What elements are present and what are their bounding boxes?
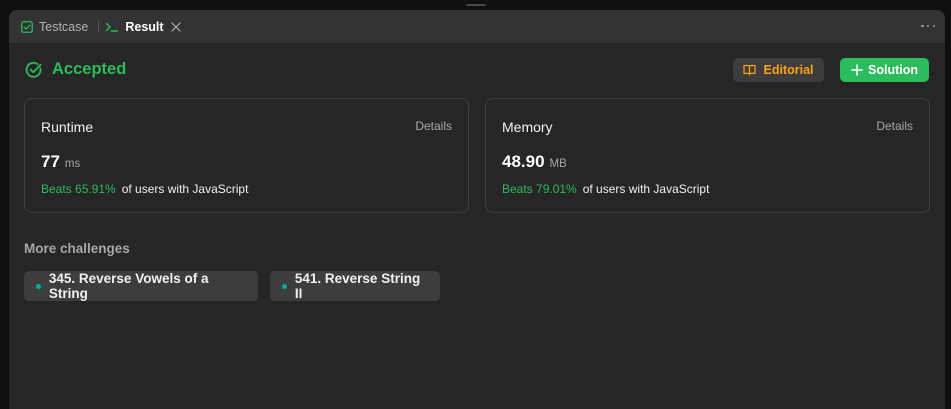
- runtime-beats-suffix: of users with JavaScript: [121, 182, 249, 196]
- editorial-button[interactable]: Editorial: [733, 58, 824, 82]
- memory-beats-percent: Beats 79.01%: [502, 182, 577, 196]
- memory-card[interactable]: Memory Details 48.90 MB Beats 79.01% of u…: [485, 98, 930, 213]
- runtime-card[interactable]: Runtime Details 77 ms Beats 65.91% of use…: [24, 98, 469, 213]
- runtime-beats: Beats 65.91% of users with JavaScript: [41, 182, 248, 196]
- challenge-title: 345. Reverse Vowels of a String: [48, 271, 209, 301]
- top-strip: [0, 0, 951, 10]
- plus-icon: [851, 64, 863, 76]
- submission-status: Accepted: [25, 60, 126, 79]
- memory-number: 48.90: [502, 152, 545, 171]
- check-circle-icon: [25, 61, 42, 78]
- difficulty-dot: [282, 283, 287, 289]
- difficulty-dot: [36, 283, 41, 289]
- status-label: Accepted: [52, 60, 127, 78]
- result-panel: Testcase Result Accepted Editorial Solut…: [9, 10, 945, 409]
- tab-testcase[interactable]: Testcase: [9, 10, 88, 43]
- challenge-link[interactable]: 541. Reverse String II: [270, 271, 440, 301]
- checkbox-icon: [21, 20, 33, 33]
- book-icon: [743, 64, 757, 76]
- more-options-icon[interactable]: [921, 20, 935, 32]
- challenge-link[interactable]: 345. Reverse Vowels of a String: [24, 271, 258, 301]
- memory-value: 48.90 MB: [502, 152, 567, 172]
- resize-handle[interactable]: [466, 4, 486, 6]
- memory-title: Memory: [502, 119, 553, 135]
- runtime-number: 77: [41, 152, 60, 171]
- solution-button[interactable]: Solution: [840, 58, 929, 82]
- tab-testcase-label: Testcase: [39, 19, 89, 34]
- runtime-details-link[interactable]: Details: [415, 119, 452, 133]
- tab-result-label: Result: [125, 19, 164, 34]
- runtime-unit: ms: [64, 158, 81, 170]
- challenge-title: 541. Reverse String II: [294, 271, 421, 301]
- editorial-label: Editorial: [763, 63, 814, 77]
- more-challenges-heading: More challenges: [24, 241, 130, 256]
- close-icon[interactable]: [170, 21, 181, 32]
- runtime-value: 77 ms: [41, 152, 80, 172]
- tab-result[interactable]: Result: [99, 10, 181, 43]
- memory-beats: Beats 79.01% of users with JavaScript: [502, 182, 709, 196]
- runtime-title: Runtime: [41, 119, 94, 135]
- memory-unit: MB: [549, 158, 567, 170]
- memory-beats-suffix: of users with JavaScript: [582, 182, 710, 196]
- solution-label: Solution: [868, 63, 918, 77]
- runtime-beats-percent: Beats 65.91%: [41, 182, 116, 196]
- tab-bar: Testcase Result: [9, 10, 945, 43]
- terminal-icon: [105, 21, 119, 33]
- memory-details-link[interactable]: Details: [876, 119, 913, 133]
